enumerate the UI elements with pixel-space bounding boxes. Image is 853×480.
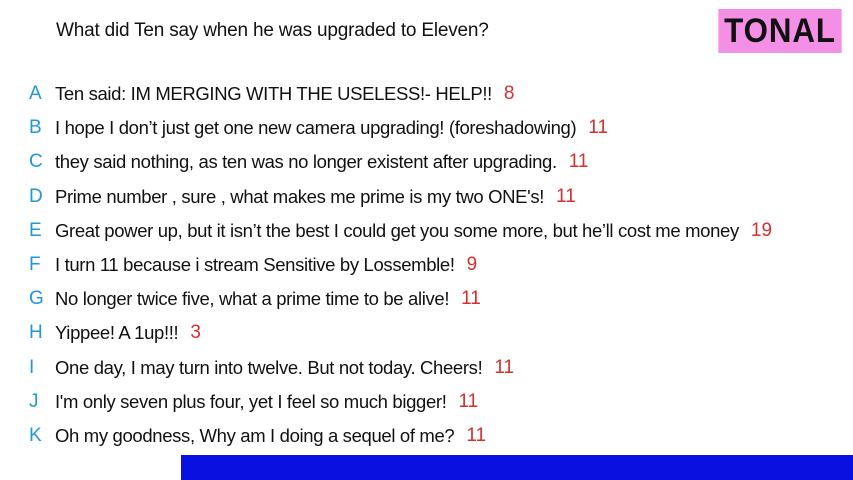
answer-letter: F [29, 254, 41, 276]
answer-text: Great power up, but it isn’t the best I … [55, 219, 739, 241]
answer-item: D Prime number , sure , what makes me pr… [0, 180, 853, 214]
answer-text: I turn 11 because i stream Sensitive by … [55, 254, 455, 276]
answer-item: E Great power up, but it isn’t the best … [0, 214, 853, 248]
answer-letter: E [29, 219, 42, 241]
answer-score: 11 [466, 424, 487, 446]
answer-item: K Oh my goodness, Why am I doing a seque… [0, 419, 853, 453]
answer-letter: G [29, 288, 44, 310]
answer-score: 11 [556, 185, 576, 207]
answer-item: C they said nothing, as ten was no longe… [0, 145, 853, 179]
answer-item: F I turn 11 because i stream Sensitive b… [0, 248, 853, 282]
answer-text: I hope I don’t just get one new camera u… [55, 117, 577, 139]
answer-letter: B [29, 117, 42, 139]
answer-item: J I'm only seven plus four, yet I feel s… [0, 385, 853, 419]
answer-letter: J [29, 390, 39, 412]
answer-text: Yippee! A 1up!!! [55, 322, 179, 344]
answer-text: Oh my goodness, Why am I doing a sequel … [55, 424, 455, 446]
answer-letter: H [29, 322, 43, 344]
answer-score: 11 [494, 356, 515, 378]
answer-score: 11 [568, 151, 589, 173]
answer-score: 8 [503, 83, 515, 105]
answer-list: A Ten said: IM MERGING WITH THE USELESS!… [0, 77, 853, 453]
answer-text: Prime number , sure , what makes me prim… [55, 185, 545, 207]
answer-letter: K [29, 424, 42, 446]
answer-item: I One day, I may turn into twelve. But n… [0, 351, 853, 385]
answer-score: 3 [190, 322, 201, 344]
answer-score: 11 [588, 117, 609, 139]
answer-score: 11 [458, 390, 479, 412]
question-title: What did Ten say when he was upgraded to… [56, 20, 489, 41]
answer-text: One day, I may turn into twelve. But not… [55, 356, 483, 378]
answer-item: A Ten said: IM MERGING WITH THE USELESS!… [0, 77, 853, 111]
answer-text: they said nothing, as ten was no longer … [55, 151, 557, 173]
answer-letter: C [29, 151, 43, 173]
answer-score: 9 [466, 254, 478, 276]
answer-letter: A [29, 83, 42, 105]
brand-logo: TONAL [718, 9, 842, 53]
answer-score: 19 [750, 219, 773, 241]
answer-letter: I [29, 356, 35, 378]
answer-item: H Yippee! A 1up!!! 3 [0, 316, 853, 350]
answer-text: No longer twice five, what a prime time … [55, 288, 450, 310]
answer-text: Ten said: IM MERGING WITH THE USELESS!- … [55, 83, 492, 105]
answer-item: G No longer twice five, what a prime tim… [0, 282, 853, 316]
answer-score: 11 [461, 288, 481, 310]
bottom-bar [181, 455, 853, 480]
answer-item: B I hope I don’t just get one new camera… [0, 111, 853, 145]
answer-text: I'm only seven plus four, yet I feel so … [55, 390, 447, 412]
answer-letter: D [29, 185, 43, 207]
